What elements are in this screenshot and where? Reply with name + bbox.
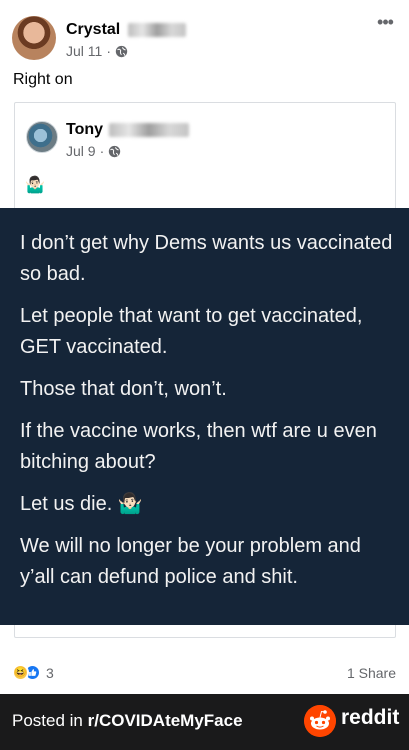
shared-author-first-name[interactable]: Tony	[66, 121, 103, 138]
meta-separator: ·	[106, 43, 111, 59]
shared-post-meta: Jul 9 ·	[66, 143, 121, 159]
redacted-surname	[128, 22, 187, 37]
reddit-wordmark: reddit	[341, 706, 400, 729]
shrug-emoji: 🤷🏻‍♂️	[25, 177, 45, 194]
subreddit-link[interactable]: r/COVIDAteMyFace	[88, 711, 243, 730]
card-line: Let people that want to get vaccinated, …	[20, 305, 363, 358]
post-caption: Right on	[13, 71, 73, 88]
author-name[interactable]: Crystal	[66, 21, 187, 39]
posted-in-label: Posted in r/COVIDAteMyFace	[12, 711, 243, 731]
card-line: I don’t get why Dems wants us vaccinated…	[20, 232, 393, 285]
more-horizontal-icon[interactable]: •••	[373, 13, 397, 31]
reddit-footer-bar: Posted in r/COVIDAteMyFace reddit	[0, 694, 409, 750]
shared-author-avatar[interactable]	[26, 121, 58, 153]
share-count[interactable]: 1 Share	[347, 665, 396, 681]
reddit-snoo-icon	[304, 705, 336, 737]
posted-in-prefix: Posted in	[12, 711, 88, 730]
author-avatar[interactable]	[12, 16, 56, 60]
globe-icon	[109, 145, 121, 157]
post-meta: Jul 11 ·	[66, 43, 128, 59]
globe-icon	[115, 45, 128, 57]
haha-reaction-icon: 😆	[12, 664, 29, 681]
author-first-name[interactable]: Crystal	[66, 21, 120, 38]
meta-separator: ·	[99, 143, 105, 159]
reaction-count[interactable]: 3	[46, 665, 54, 681]
shared-post-date[interactable]: Jul 9	[66, 143, 96, 159]
facebook-post: Crystal Jul 11 · ••• Right on Tony Jul 9…	[0, 0, 409, 750]
card-line: If the vaccine works, then wtf are u eve…	[20, 420, 377, 473]
reaction-summary[interactable]: 😆 3	[12, 664, 54, 681]
redacted-surname	[109, 122, 190, 137]
card-line: Those that don’t, won’t.	[20, 378, 227, 400]
post-date[interactable]: Jul 11	[66, 43, 102, 59]
card-line: Let us die. 🤷🏻‍♂️	[20, 493, 143, 515]
text-image-card: I don’t get why Dems wants us vaccinated…	[0, 208, 409, 625]
shared-author-name[interactable]: Tony	[66, 121, 190, 139]
card-line: We will no longer be your problem and y’…	[20, 535, 361, 588]
